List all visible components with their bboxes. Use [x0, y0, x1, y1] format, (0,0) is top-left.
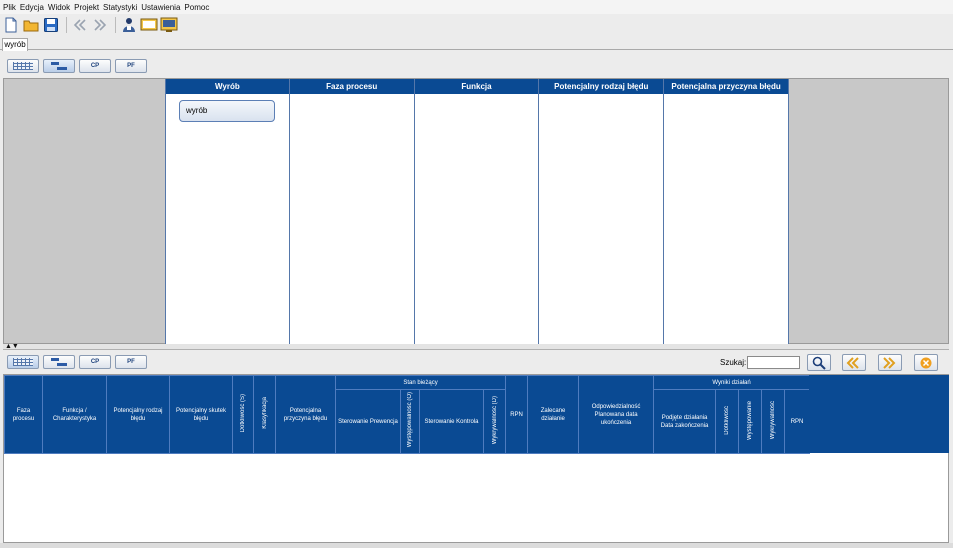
save-icon[interactable] — [42, 16, 60, 34]
status-bar — [0, 543, 953, 548]
close-icon — [920, 357, 932, 368]
col-rodzaj-bledu[interactable]: Potencjalny rodzaj błędu — [106, 375, 170, 454]
col-dotkliwosc[interactable]: Dotkliwość (S) — [232, 375, 254, 454]
menu-projekt[interactable]: Projekt — [74, 3, 99, 12]
col-sterowanie-kontrola[interactable]: Sterowanie Kontrola — [419, 389, 484, 454]
col-funkcja[interactable]: Funkcja / Charakterystyka — [42, 375, 107, 454]
grid-icon — [13, 62, 33, 70]
search-button[interactable] — [807, 354, 831, 371]
menu-edycja[interactable]: Edycja — [20, 3, 44, 12]
fmea-table: Faza procesu Funkcja / Charakterystyka P… — [4, 375, 811, 454]
col-faza-procesu[interactable]: Faza procesu — [4, 375, 43, 454]
col-sterowanie-prewencja[interactable]: Sterowanie Prewencja — [335, 389, 401, 454]
menu-statystyki[interactable]: Statystyki — [103, 3, 137, 12]
col-odpowiedzialnosc[interactable]: Odpowiedzialność Planowana data ukończen… — [578, 375, 655, 454]
col-wynik-wystepowanie-label: Występowanie — [747, 400, 754, 440]
col-przyczyna-bledu[interactable]: Potencjalna przyczyna błędu — [275, 375, 336, 454]
col-wynik-wykrywalnosc[interactable]: Wykrywalność — [761, 389, 786, 454]
tree-view-button[interactable] — [43, 59, 75, 73]
monitor-icon[interactable] — [160, 16, 178, 34]
cp-view-button[interactable]: CP — [79, 355, 111, 369]
col-wynik-dotkliwosc[interactable]: Dotkliwość — [715, 389, 740, 454]
tab-wyrob[interactable]: wyrób — [2, 38, 28, 51]
clear-search-button[interactable] — [914, 354, 938, 371]
menu-widok[interactable]: Widok — [48, 3, 70, 12]
col-wystepowalnosc[interactable]: Występowalność (O) — [400, 389, 420, 454]
menu-pomoc[interactable]: Pomoc — [184, 3, 209, 12]
column-wyrob: Wyrób wyrób — [165, 79, 290, 344]
tree-columns: Wyrób wyrób Faza procesu Funkcja Potencj… — [165, 79, 789, 344]
grid-icon — [13, 358, 33, 366]
search-label: Szukaj: — [720, 358, 747, 367]
tree-view-button[interactable] — [43, 355, 75, 369]
open-folder-icon[interactable] — [22, 16, 40, 34]
find-next-icon — [883, 356, 896, 369]
tree-icon — [51, 62, 67, 70]
col-wystepowalnosc-label: Występowalność (O) — [407, 392, 413, 448]
upper-view-buttons: CP PF — [7, 59, 151, 73]
grid-view-button[interactable] — [7, 355, 39, 369]
col-wynik-wystepowanie[interactable]: Występowanie — [738, 389, 763, 454]
search-icon — [812, 356, 826, 370]
col-wynik-dotkliwosc-label: Dotkliwość — [724, 405, 731, 435]
column-header: Funkcja — [414, 79, 539, 94]
menu-ustawienia[interactable]: Ustawienia — [141, 3, 180, 12]
presentation-icon[interactable] — [140, 16, 158, 34]
lower-view-buttons: CP PF — [7, 355, 151, 369]
pf-view-button[interactable]: PF — [115, 59, 147, 73]
column-header: Potencjalny rodzaj błędu — [539, 79, 664, 94]
col-dotkliwosc-label: Dotkliwość (S) — [240, 393, 246, 433]
column-header: Potencjalna przyczyna błędu — [664, 79, 788, 94]
document-tab-strip: wyrób — [0, 36, 953, 51]
tree-node-wyrob[interactable]: wyrób — [179, 100, 275, 122]
column-header: Wyrób — [166, 79, 289, 94]
toolbar — [0, 14, 953, 36]
menu-plik[interactable]: Plik — [3, 3, 16, 12]
tree-panel: Wyrób wyrób Faza procesu Funkcja Potencj… — [3, 78, 949, 344]
col-wykrywalnosc[interactable]: Wykrywalność (D) — [482, 389, 507, 454]
col-wynik-wykrywalnosc-label: Wykrywalność — [770, 400, 777, 440]
column-header: Faza procesu — [289, 79, 414, 94]
col-zalecane-dzialanie[interactable]: Zalecane działanie — [527, 375, 580, 454]
collapse-arrows-icon[interactable]: ▲▼ — [5, 343, 19, 350]
column-funkcja: Funkcja — [414, 79, 540, 344]
col-klasyfikacja[interactable]: Klasyfikacja — [253, 375, 276, 454]
col-wynik-rpn[interactable]: RPN — [784, 389, 811, 454]
forward-icon[interactable] — [91, 16, 109, 34]
find-previous-icon — [846, 356, 859, 369]
group-stan-biezacy: Stan bieżący — [334, 375, 507, 390]
group-wyniki-dzialan: Wyniki działań — [653, 375, 811, 390]
team-icon[interactable] — [120, 16, 138, 34]
col-wykrywalnosc-label: Wykrywalność (D) — [491, 395, 498, 445]
tree-icon — [51, 358, 67, 366]
column-faza-procesu: Faza procesu — [289, 79, 415, 344]
toolbar-separator — [115, 17, 116, 33]
col-klasyfikacja-label: Klasyfikacja — [261, 397, 268, 429]
find-previous-button[interactable] — [842, 354, 866, 371]
menu-bar: Plik Edycja Widok Projekt Statystyki Ust… — [0, 0, 953, 14]
find-next-button[interactable] — [878, 354, 902, 371]
col-rpn[interactable]: RPN — [505, 375, 529, 454]
fmea-table-panel: Faza procesu Funkcja / Charakterystyka P… — [3, 374, 949, 543]
panel-splitter[interactable]: ▲▼ — [3, 343, 949, 350]
col-skutek-bledu[interactable]: Potencjalny skutek błędu — [169, 375, 233, 454]
new-file-icon[interactable] — [2, 16, 20, 34]
grid-view-button[interactable] — [7, 59, 39, 73]
col-podjete-dzialania[interactable]: Podjęte działania Data zakończenia — [653, 389, 717, 454]
cp-view-button[interactable]: CP — [79, 59, 111, 73]
column-rodzaj-bledu: Potencjalny rodzaj błędu — [539, 79, 665, 344]
toolbar-separator — [66, 17, 67, 33]
back-icon[interactable] — [71, 16, 89, 34]
pf-view-button[interactable]: PF — [115, 355, 147, 369]
table-header-filler — [809, 375, 949, 453]
column-przyczyna-bledu: Potencjalna przyczyna błędu — [664, 79, 789, 344]
search-input[interactable] — [747, 356, 800, 369]
